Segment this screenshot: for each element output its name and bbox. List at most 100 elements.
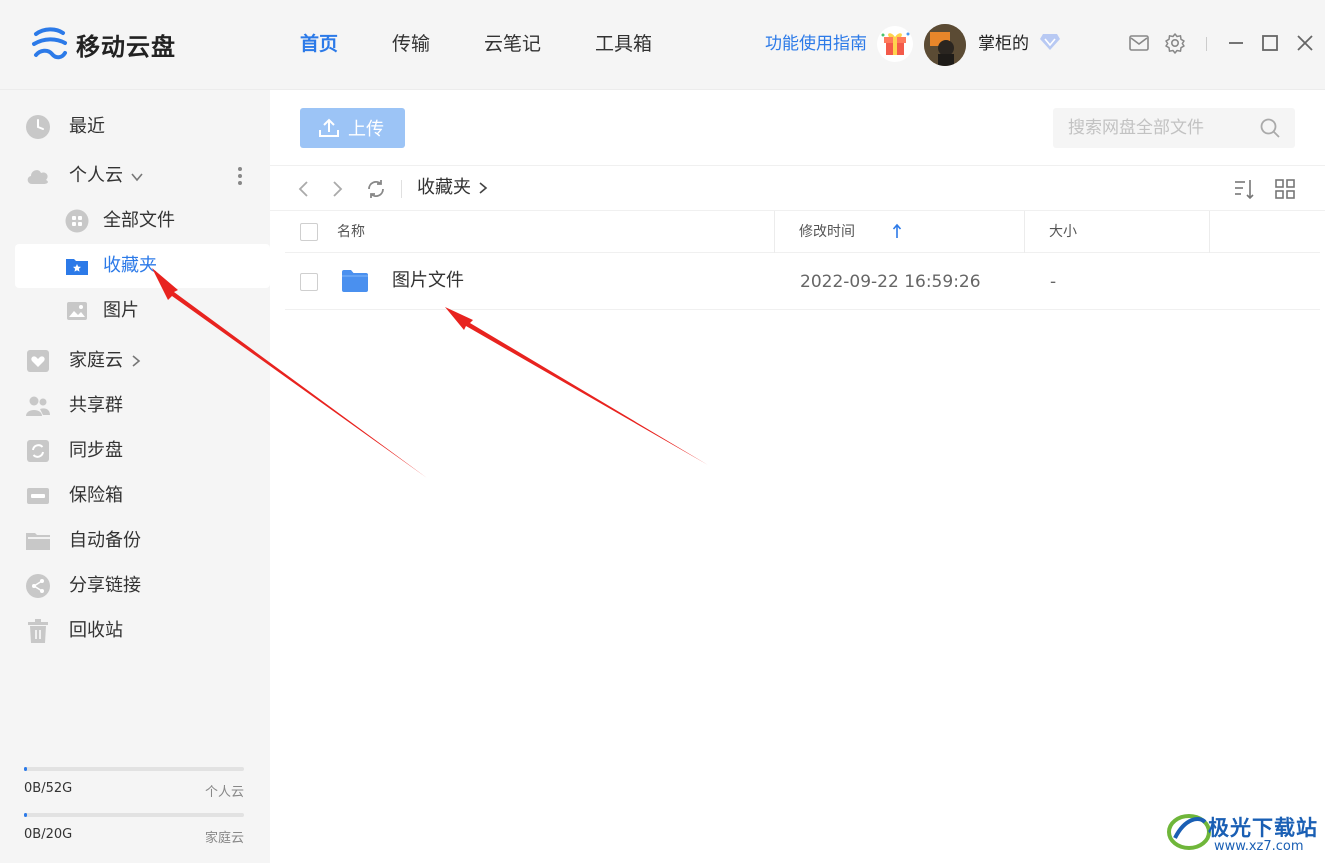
main-nav: 首页 传输 云笔记 工具箱: [300, 30, 706, 58]
sort-ascending-icon[interactable]: [892, 223, 902, 239]
column-header-modified[interactable]: 修改时间: [799, 211, 855, 253]
cloud-icon: [27, 170, 48, 184]
row-checkbox[interactable]: [300, 273, 318, 291]
minimize-icon[interactable]: [1225, 32, 1247, 54]
select-all-checkbox[interactable]: [300, 223, 318, 241]
quota-used: 0B/20G: [24, 827, 73, 842]
sidebar-item-label: 收藏夹: [103, 255, 157, 276]
upload-button[interactable]: 上传: [300, 108, 405, 148]
sidebar-item-label: 分享链接: [69, 575, 141, 596]
quota-bar-fill: [24, 767, 28, 771]
heart-icon: [27, 350, 49, 372]
quota-used: 0B/52G: [24, 781, 73, 796]
upload-icon: [319, 118, 339, 137]
quota-label: 家庭云: [204, 831, 244, 846]
sidebar-item-shared-group[interactable]: 共享群: [15, 384, 270, 428]
personal-cloud-quota: 0B/52G 个人云: [24, 767, 244, 800]
sidebar-item-auto-backup[interactable]: 自动备份: [15, 519, 270, 563]
clock-icon: [26, 115, 50, 139]
sidebar-item-pictures[interactable]: 图片: [15, 289, 270, 333]
sidebar-item-favorites[interactable]: 收藏夹: [15, 244, 270, 288]
watermark-url: www.xz7.com: [1214, 839, 1304, 854]
cloud-logo-icon: [32, 27, 67, 60]
quota-label: 个人云: [204, 785, 244, 800]
refresh-icon[interactable]: [365, 178, 387, 200]
sidebar-item-safe-box[interactable]: 保险箱: [15, 474, 270, 518]
path-divider: [401, 180, 402, 198]
path-bar: 收藏夹: [270, 165, 1325, 211]
tab-transfer[interactable]: 传输: [392, 30, 430, 58]
all-files-grid-icon: [65, 209, 89, 233]
sidebar-item-label: 个人云: [69, 165, 123, 186]
sidebar-item-all-files[interactable]: 全部文件: [15, 199, 270, 243]
file-modified-time: 2022-09-22 16:59:26: [800, 272, 981, 292]
sidebar-item-label: 保险箱: [69, 485, 123, 506]
quota-bar-fill: [24, 813, 28, 817]
sidebar-item-recycle-bin[interactable]: 回收站: [15, 609, 270, 653]
column-header-size[interactable]: 大小: [1049, 211, 1077, 253]
mail-icon[interactable]: [1128, 32, 1150, 54]
sidebar-item-label: 全部文件: [103, 210, 175, 231]
sidebar: 最近 个人云 全部文件 收藏夹 图片 家庭云 共享群 同步盘 保险箱 自动备份 …: [0, 90, 270, 863]
search-input[interactable]: [1053, 108, 1253, 148]
avatar[interactable]: [924, 24, 966, 66]
image-icon: [67, 302, 87, 320]
maximize-icon[interactable]: [1259, 32, 1281, 54]
search-box[interactable]: [1053, 108, 1295, 148]
sidebar-item-share-links[interactable]: 分享链接: [15, 564, 270, 608]
settings-gear-icon[interactable]: [1164, 32, 1186, 54]
gift-icon[interactable]: [877, 26, 913, 62]
title-bar-divider: [1206, 37, 1207, 51]
sidebar-item-personal-cloud[interactable]: 个人云: [15, 154, 270, 198]
close-icon[interactable]: [1294, 32, 1316, 54]
trash-icon: [28, 619, 48, 643]
username[interactable]: 掌柜的: [978, 32, 1029, 56]
grid-view-icon[interactable]: [1274, 178, 1296, 200]
column-divider: [774, 211, 775, 253]
column-header-name[interactable]: 名称: [337, 211, 365, 253]
sidebar-item-label: 最近: [69, 116, 105, 137]
quota-bar: [24, 767, 244, 771]
sync-icon: [27, 440, 49, 462]
more-options-icon[interactable]: [237, 166, 243, 186]
chevron-right-icon[interactable]: [129, 354, 143, 368]
share-icon: [26, 574, 50, 598]
sort-icon[interactable]: [1233, 178, 1255, 200]
upload-label: 上传: [348, 119, 384, 140]
sidebar-item-family-cloud[interactable]: 家庭云: [15, 339, 270, 383]
sidebar-item-label: 家庭云: [69, 350, 123, 371]
app-name: 移动云盘: [76, 32, 176, 61]
vip-diamond-icon: [1040, 34, 1060, 50]
chevron-right-icon: [479, 182, 488, 194]
feature-guide-link[interactable]: 功能使用指南: [765, 32, 867, 56]
quota-bar: [24, 813, 244, 817]
column-divider: [1024, 211, 1025, 253]
search-icon[interactable]: [1259, 117, 1281, 139]
tab-cloud-notes[interactable]: 云笔记: [484, 30, 541, 58]
main-panel: 上传 收藏夹: [270, 90, 1325, 863]
file-size: -: [1050, 272, 1057, 292]
back-arrow-icon[interactable]: [293, 178, 315, 200]
group-icon: [26, 396, 50, 416]
safe-icon: [27, 488, 49, 504]
folder-icon: [26, 533, 50, 550]
title-bar: 移动云盘 首页 传输 云笔记 工具箱 功能使用指南 掌柜的: [0, 0, 1325, 90]
table-row[interactable]: 图片文件 2022-09-22 16:59:26 -: [285, 253, 1320, 310]
sidebar-item-recent[interactable]: 最近: [15, 105, 270, 149]
tab-toolbox[interactable]: 工具箱: [595, 30, 652, 58]
app-logo: 移动云盘: [30, 24, 176, 64]
forward-arrow-icon[interactable]: [326, 178, 348, 200]
sidebar-item-label: 自动备份: [69, 530, 141, 551]
table-header: 名称 修改时间 大小: [285, 211, 1320, 253]
sidebar-item-sync-disk[interactable]: 同步盘: [15, 429, 270, 473]
sidebar-item-label: 同步盘: [69, 440, 123, 461]
favorites-folder-icon: [66, 259, 88, 275]
folder-icon: [342, 270, 368, 292]
chevron-down-icon[interactable]: [130, 170, 144, 184]
breadcrumb[interactable]: 收藏夹: [417, 176, 471, 200]
watermark-title: 极光下载站: [1208, 816, 1318, 840]
file-name[interactable]: 图片文件: [392, 269, 464, 293]
tab-home[interactable]: 首页: [300, 30, 338, 58]
sidebar-item-label: 图片: [103, 300, 139, 321]
sidebar-item-label: 回收站: [69, 620, 123, 641]
